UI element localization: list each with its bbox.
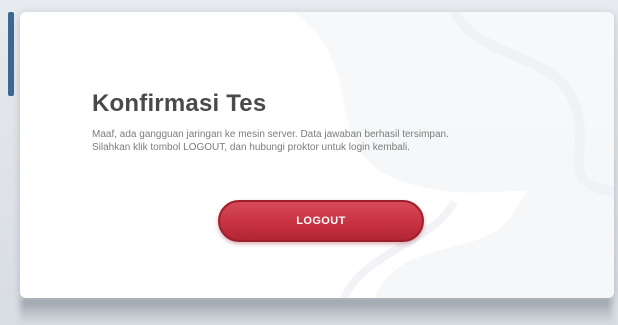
dialog-shadow xyxy=(20,299,612,321)
dialog-message: Maaf, ada gangguan jaringan ke mesin ser… xyxy=(92,128,552,154)
dialog-title: Konfirmasi Tes xyxy=(92,90,267,117)
test-confirmation-dialog: Konfirmasi Tes Maaf, ada gangguan jaring… xyxy=(20,12,614,298)
background-window-edge xyxy=(8,12,14,96)
background-swirl-decoration xyxy=(294,12,614,298)
logout-button-container: LOGOUT xyxy=(218,200,424,242)
logout-button[interactable]: LOGOUT xyxy=(218,200,424,242)
message-line: Maaf, ada gangguan jaringan ke mesin ser… xyxy=(92,129,449,140)
dialog-content: Konfirmasi Tes Maaf, ada gangguan jaring… xyxy=(92,90,552,154)
message-line: Silahkan klik tombol LOGOUT, dan hubungi… xyxy=(92,142,410,153)
